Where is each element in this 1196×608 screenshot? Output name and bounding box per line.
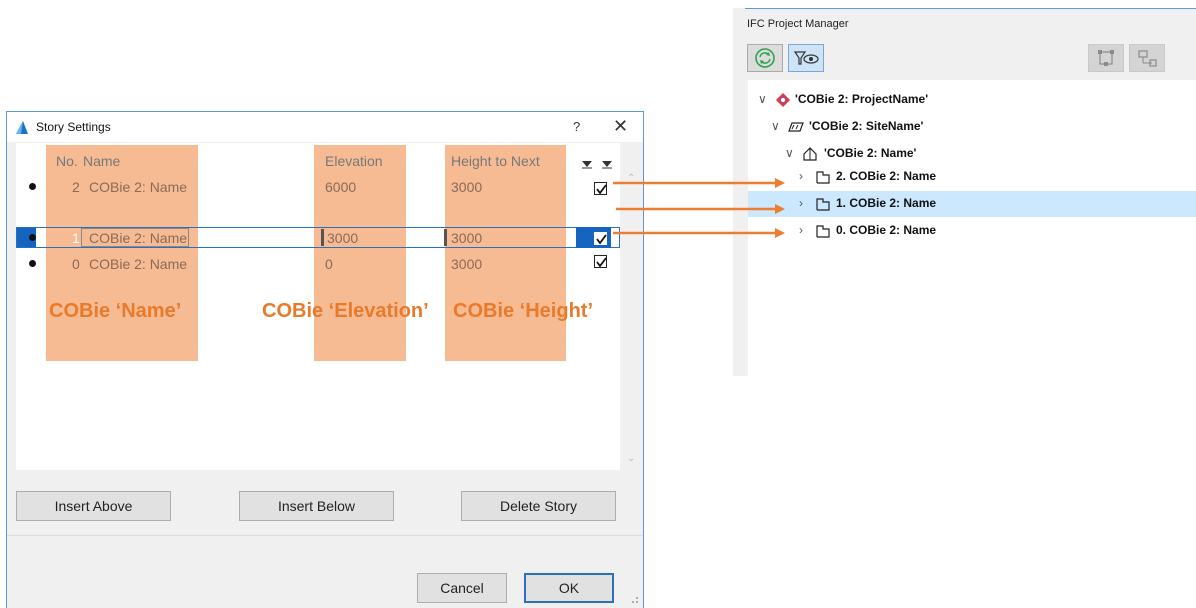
header-name[interactable]: Name <box>83 153 120 169</box>
tree-item-site[interactable]: ∨ 'COBie 2: SiteName' <box>748 114 1196 140</box>
name-column-highlight <box>46 145 198 361</box>
storey-icon <box>816 198 830 211</box>
structure-icon <box>1098 50 1114 66</box>
height-column-highlight <box>445 145 566 361</box>
close-button[interactable]: ✕ <box>613 116 628 137</box>
height-caret <box>444 229 447 246</box>
tree-item-storey[interactable]: › 0. COBie 2: Name <box>748 218 1196 244</box>
help-button[interactable]: ? <box>573 119 580 134</box>
story-settings-dialog: Story Settings ? ✕ No. Name Elevation He… <box>6 111 644 608</box>
story-elevation[interactable]: 0 <box>325 256 333 272</box>
expand-toggle[interactable]: ∨ <box>785 146 794 160</box>
story-height[interactable]: 3000 <box>451 256 482 272</box>
scroll-up-icon[interactable]: ⌃ <box>627 173 635 184</box>
storey-icon <box>816 225 830 238</box>
refresh-button[interactable] <box>747 44 783 72</box>
story-name[interactable]: COBie 2: Name <box>89 179 187 195</box>
dialog-title: Story Settings <box>36 120 111 134</box>
row-bullet <box>29 183 36 190</box>
panel-title: IFC Project Manager <box>747 18 849 30</box>
visibility-checkbox[interactable] <box>594 182 607 195</box>
filter-view-button[interactable] <box>788 44 824 72</box>
expand-toggle[interactable]: ∨ <box>758 92 767 106</box>
panel-top-border <box>745 8 1196 9</box>
delete-story-button[interactable]: Delete Story <box>461 491 616 521</box>
expand-toggle[interactable]: › <box>799 223 803 237</box>
tree-item-label: 'COBie 2: SiteName' <box>809 119 924 133</box>
project-icon <box>776 93 790 107</box>
ok-button[interactable]: OK <box>524 573 614 603</box>
annotation-elevation: COBie ‘Elevation’ <box>262 300 429 322</box>
row-bullet <box>29 260 36 267</box>
header-height[interactable]: Height to Next <box>451 153 540 169</box>
annotation-height: COBie ‘Height’ <box>453 300 594 322</box>
elevation-caret <box>321 229 324 246</box>
tree-item-storey[interactable]: › 2. COBie 2: Name <box>748 164 1196 190</box>
story-number: 0 <box>72 256 80 272</box>
site-icon <box>788 122 804 132</box>
tree-item-label: 'COBie 2: ProjectName' <box>795 92 929 106</box>
hierarchy-button[interactable] <box>1129 44 1165 72</box>
visibility-checkbox[interactable] <box>594 232 607 245</box>
storey-icon <box>816 171 830 184</box>
archicad-icon <box>16 121 28 134</box>
header-elevation[interactable]: Elevation <box>325 153 383 169</box>
expand-toggle[interactable]: ∨ <box>771 119 780 133</box>
row-bullet <box>29 234 36 241</box>
story-number: 2 <box>72 179 80 195</box>
insert-below-button[interactable]: Insert Below <box>239 491 394 521</box>
expand-toggle[interactable]: › <box>799 169 803 183</box>
structure-button[interactable] <box>1088 44 1124 72</box>
story-height[interactable]: 3000 <box>451 179 482 195</box>
hierarchy-icon <box>1138 50 1157 67</box>
project-tree: ∨ 'COBie 2: ProjectName' ∨ 'COBie 2: Sit… <box>748 80 1196 376</box>
dialog-titlebar: Story Settings ? ✕ <box>7 112 643 142</box>
dialog-footer: Cancel OK <box>7 535 643 608</box>
story-height[interactable]: 3000 <box>451 230 482 246</box>
tree-item-label: 1. COBie 2: Name <box>836 196 937 210</box>
insert-above-button[interactable]: Insert Above <box>16 491 171 521</box>
elevation-column-highlight <box>314 145 406 361</box>
story-name[interactable]: COBie 2: Name <box>89 256 187 272</box>
tree-item-label: 2. COBie 2: Name <box>836 169 937 183</box>
cancel-button[interactable]: Cancel <box>417 573 507 603</box>
ifc-project-manager-panel: IFC Project Manager ∨ 'COBie 2: ProjectN… <box>733 8 1196 376</box>
story-name[interactable]: COBie 2: Name <box>89 230 187 246</box>
tree-item-label: 'COBie 2: Name' <box>824 146 917 160</box>
annotation-name: COBie ‘Name’ <box>49 300 182 322</box>
story-table: No. Name Elevation Height to Next 2 COBi… <box>16 143 635 470</box>
filter-view-icon <box>793 51 819 65</box>
header-no[interactable]: No. <box>56 153 78 169</box>
building-icon <box>803 147 817 161</box>
refresh-icon <box>755 48 775 68</box>
visibility-checkbox[interactable] <box>594 255 607 268</box>
show-hide-all-icon[interactable] <box>580 159 616 169</box>
tree-item-label: 0. COBie 2: Name <box>836 223 937 237</box>
resize-grip-icon[interactable] <box>629 594 639 604</box>
scroll-down-icon[interactable]: ⌄ <box>627 453 635 464</box>
story-number: 1 <box>72 230 80 246</box>
story-elevation[interactable]: 3000 <box>327 230 358 246</box>
story-elevation[interactable]: 6000 <box>325 179 356 195</box>
tree-item-project[interactable]: ∨ 'COBie 2: ProjectName' <box>748 87 1196 113</box>
expand-toggle[interactable]: › <box>799 196 803 210</box>
tree-item-storey[interactable]: › 1. COBie 2: Name <box>748 191 1196 217</box>
